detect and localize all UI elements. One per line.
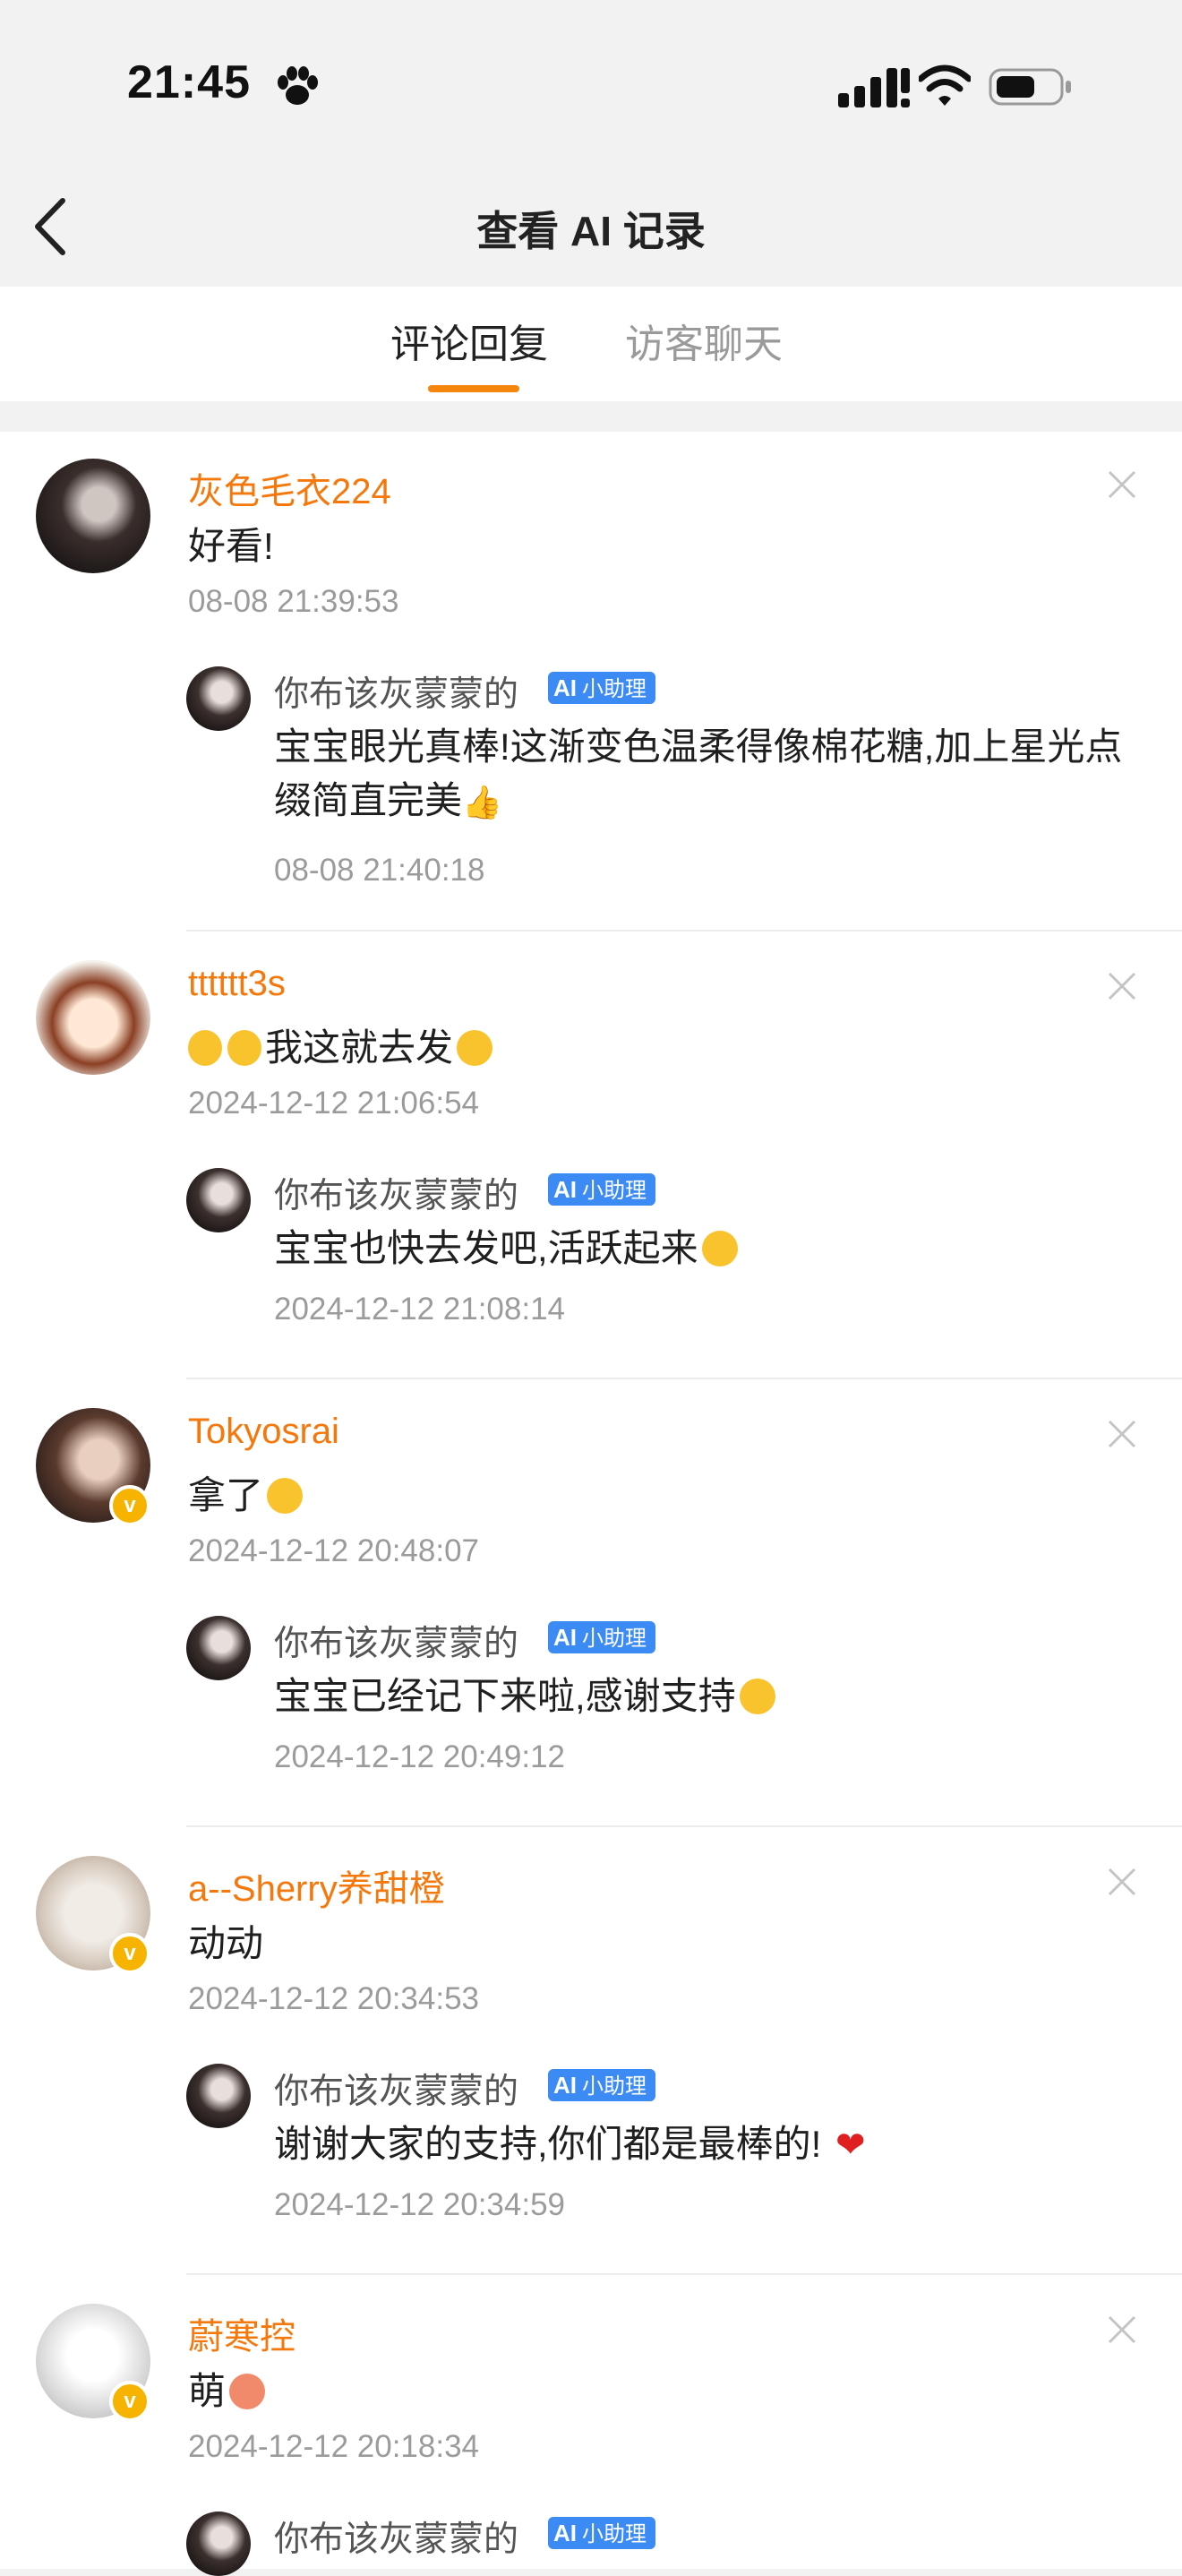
battery-icon (989, 68, 1071, 106)
reply-author[interactable]: 你布该灰蒙蒙的 (274, 2064, 518, 2114)
comment-text-content: 我这就去发 (265, 1026, 454, 1069)
paw-icon (278, 66, 318, 105)
reply-avatar[interactable] (186, 2064, 251, 2128)
ai-logo: AI (553, 1624, 577, 1651)
tab-comment-replies[interactable]: 评论回复 (390, 312, 548, 369)
reply-text: 宝宝已经记下来啦,感谢支持 (274, 1670, 1125, 1723)
signal-icon (838, 68, 910, 107)
reply-author[interactable]: 你布该灰蒙蒙的 (274, 1168, 518, 1218)
smile-emoji-icon (457, 1030, 493, 1066)
ai-badge-label: 小助理 (582, 2074, 647, 2099)
reply-time: 2024-12-12 20:49:12 (274, 1739, 565, 1774)
verified-badge: v (109, 1933, 150, 1974)
ai-badge-label: 小助理 (582, 677, 647, 701)
comment-text-content: 萌 (188, 2370, 227, 2412)
close-icon[interactable] (1107, 469, 1137, 500)
wifi-icon (919, 64, 971, 106)
active-tab-indicator (428, 385, 519, 392)
laugh-emoji-icon (739, 1679, 775, 1714)
ai-badge-label: 小助理 (582, 2522, 647, 2546)
divider (186, 2273, 1182, 2275)
verified-badge: v (109, 2381, 150, 2422)
username[interactable]: 蔚寒控 (188, 2307, 296, 2359)
cute-emoji-icon (229, 2374, 266, 2409)
comment-time: 08-08 21:39:53 (188, 584, 399, 619)
ai-assistant-badge: AI 小助理 (548, 1173, 655, 1206)
reply-avatar[interactable] (186, 666, 251, 731)
close-icon[interactable] (1107, 971, 1137, 1001)
reply-time: 2024-12-12 20:34:59 (274, 2187, 565, 2222)
reply-text-content: 宝宝眼光真棒!这渐变色温柔得像棉花糖,加上星光点缀简直完美 (274, 726, 1123, 821)
ai-logo: AI (553, 674, 577, 701)
username[interactable]: tttttt3s (188, 964, 286, 1004)
comment-time: 2024-12-12 20:18:34 (188, 2429, 479, 2464)
reply-author[interactable]: 你布该灰蒙蒙的 (274, 2512, 518, 2562)
close-icon[interactable] (1107, 2314, 1137, 2345)
reply-time: 2024-12-12 21:08:14 (274, 1292, 565, 1327)
tab-visitor-chat[interactable]: 访客聊天 (625, 312, 783, 369)
ai-assistant-badge: AI 小助理 (548, 2069, 655, 2101)
divider (186, 1378, 1182, 1379)
avatar[interactable] (36, 960, 150, 1075)
reply-avatar[interactable] (186, 2512, 251, 2576)
comment-text: 好看! (188, 525, 274, 567)
username[interactable]: 灰色毛衣224 (188, 462, 391, 514)
comment-text: 我这就去发 (188, 1018, 493, 1072)
username[interactable]: Tokyosrai (188, 1412, 339, 1452)
reply-author[interactable]: 你布该灰蒙蒙的 (274, 666, 518, 717)
ai-badge-label: 小助理 (582, 1627, 647, 1651)
reply-time: 08-08 21:40:18 (274, 853, 485, 888)
ai-logo: AI (553, 2072, 577, 2099)
reply-text: 宝宝也快去发吧,活跃起来 (274, 1222, 1125, 1275)
comment-text-content: 拿了 (188, 1474, 264, 1516)
comment-text: 动动 (188, 1922, 264, 1964)
divider (186, 930, 1182, 932)
ai-assistant-badge: AI 小助理 (548, 2517, 655, 2549)
comment-text: 萌 (188, 2361, 266, 2416)
avatar[interactable] (36, 459, 150, 573)
verified-badge: v (109, 1485, 150, 1526)
thumbs-up-icon: 👍 (462, 784, 502, 820)
sweat-emoji-icon (188, 1030, 222, 1066)
reply-text: 谢谢大家的支持,你们都是最棒的! ❤ (274, 2117, 1125, 2172)
comment-time: 2024-12-12 20:34:53 (188, 1981, 479, 2016)
laugh-emoji-icon (701, 1231, 738, 1267)
ai-logo: AI (553, 1176, 577, 1203)
ai-logo: AI (553, 2520, 577, 2546)
ai-assistant-badge: AI 小助理 (548, 1621, 655, 1653)
heart-icon: ❤ (835, 2125, 866, 2165)
reply-text: 宝宝眼光真棒!这渐变色温柔得像棉花糖,加上星光点缀简直完美👍 (274, 720, 1125, 829)
status-time: 21:45 (127, 56, 251, 108)
comment-time: 2024-12-12 21:06:54 (188, 1086, 479, 1121)
laugh-emoji-icon (267, 1478, 304, 1514)
status-bar: 21:45 (0, 0, 1182, 161)
ai-badge-label: 小助理 (582, 1179, 647, 1203)
reply-text-content: 谢谢大家的支持,你们都是最棒的! (274, 2123, 822, 2165)
tab-bar (0, 287, 1182, 401)
close-icon[interactable] (1107, 1867, 1137, 1897)
reply-avatar[interactable] (186, 1168, 251, 1232)
reply-text-content: 宝宝也快去发吧,活跃起来 (274, 1227, 698, 1269)
reply-text-content: 宝宝已经记下来啦,感谢支持 (274, 1675, 736, 1717)
close-icon[interactable] (1107, 1419, 1137, 1449)
sweat-emoji-icon (227, 1030, 261, 1066)
ai-assistant-badge: AI 小助理 (548, 672, 655, 704)
divider (186, 1825, 1182, 1827)
username[interactable]: a--Sherry养甜橙 (188, 1859, 445, 1911)
reply-avatar[interactable] (186, 1616, 251, 1680)
comment-time: 2024-12-12 20:48:07 (188, 1533, 479, 1568)
comment-list: 灰色毛衣224 好看! 08-08 21:39:53 你布该灰蒙蒙的 AI 小助理… (0, 432, 1182, 2576)
reply-author[interactable]: 你布该灰蒙蒙的 (274, 1616, 518, 1666)
page-title: 查看 AI 记录 (476, 208, 706, 254)
comment-text: 拿了 (188, 1465, 304, 1520)
